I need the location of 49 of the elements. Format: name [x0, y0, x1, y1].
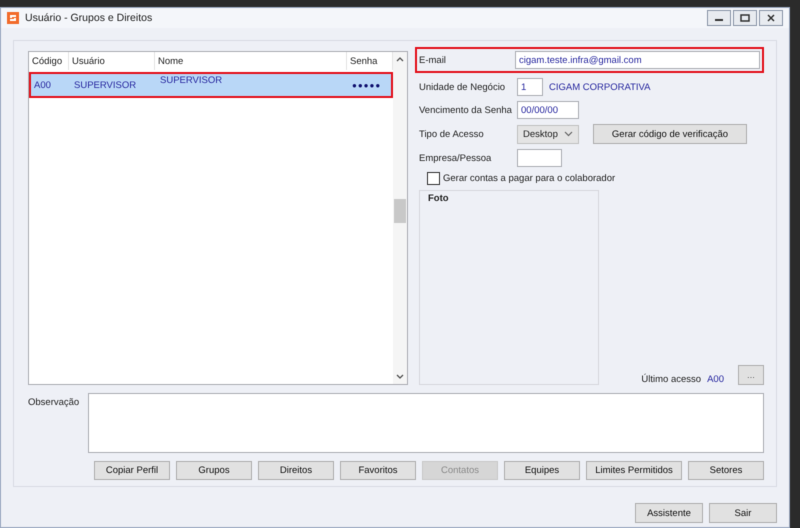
table-cell-text: SUPERVISOR — [73, 80, 138, 90]
footer-button[interactable]: Assistente — [635, 503, 703, 523]
field-label: Observação — [28, 396, 80, 408]
payables-checkbox[interactable]: Gerar contas a pagar para o colaborador — [427, 172, 764, 185]
table-cell-text: ●●●●● — [351, 80, 382, 90]
field-label: Empresa/Pessoa — [419, 152, 492, 164]
close-icon — [766, 14, 776, 22]
column-header[interactable]: Nome — [155, 52, 347, 70]
maximize-button[interactable] — [733, 10, 757, 26]
action-button[interactable]: Grupos — [176, 461, 252, 480]
app-icon — [7, 12, 19, 24]
field-label: E-mail — [419, 54, 447, 66]
notes-field[interactable] — [88, 393, 764, 453]
group-label: Foto — [428, 193, 449, 204]
scroll-down-icon[interactable] — [396, 374, 404, 380]
company-field[interactable] — [517, 149, 562, 167]
table-row[interactable]: A00 SUPERVISOR SUPERVISOR ●●●●● — [29, 72, 393, 98]
window-title: Usuário - Grupos e Direitos — [25, 12, 152, 24]
action-button[interactable]: Favoritos — [340, 461, 416, 480]
scrollbar[interactable] — [393, 52, 407, 384]
more-button[interactable]: ... — [738, 365, 764, 385]
column-header[interactable]: Usuário — [69, 52, 155, 70]
checkbox[interactable] — [427, 172, 440, 185]
last-access-label: Último acesso — [641, 374, 702, 385]
footer-button[interactable]: Sair — [709, 503, 777, 523]
last-access-value: A00 — [707, 374, 724, 385]
maximize-icon — [740, 14, 750, 22]
action-button[interactable]: Setores — [688, 461, 764, 480]
field-label: Tipo de Acesso — [419, 128, 485, 140]
action-button[interactable]: Copiar Perfil — [94, 461, 170, 480]
access-type-dropdown[interactable]: Desktop — [517, 124, 579, 144]
date-field[interactable]: 00/00/00 — [517, 101, 579, 119]
close-button[interactable] — [759, 10, 783, 26]
generate-code-button[interactable]: Gerar código de verificação — [593, 124, 747, 144]
action-button[interactable]: Limites Permitidos — [586, 461, 682, 480]
scroll-up-icon[interactable] — [396, 56, 404, 62]
unit-code-field[interactable]: 1 — [517, 78, 543, 96]
column-header[interactable]: Código — [29, 52, 69, 70]
minimize-button[interactable] — [707, 10, 731, 26]
scrollbar-thumb[interactable] — [394, 199, 406, 223]
action-button[interactable]: Direitos — [258, 461, 334, 480]
action-button[interactable]: Equipes — [504, 461, 580, 480]
table-cell-text: SUPERVISOR — [159, 74, 224, 86]
table-cell-text: A00 — [33, 80, 52, 90]
field-label: Vencimento da Senha — [419, 104, 511, 116]
email-field[interactable]: cigam.teste.infra@gmail.com — [515, 51, 760, 69]
unit-name: CIGAM CORPORATIVA — [549, 82, 651, 92]
chevron-down-icon — [564, 131, 573, 137]
field-label: Unidade de Negócio — [419, 82, 506, 92]
